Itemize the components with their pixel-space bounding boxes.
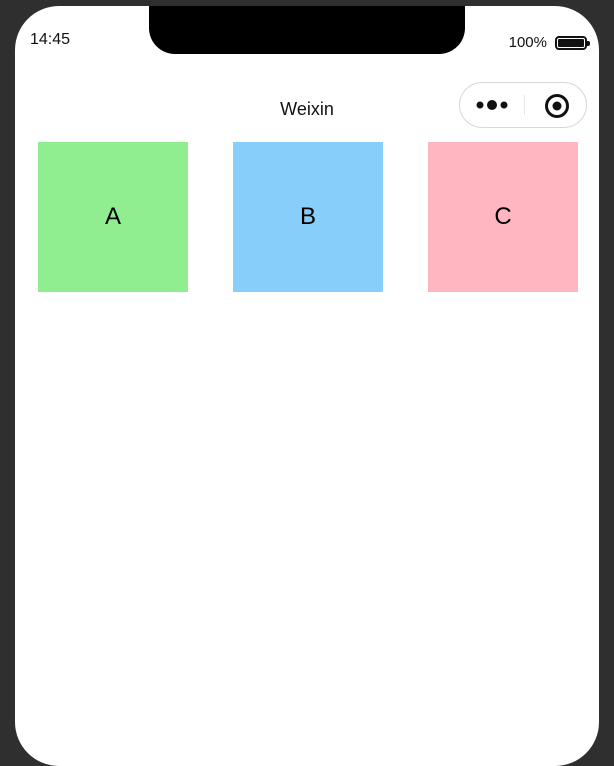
phone-screen: 14:45 100% Weixin A B C [15,6,599,766]
battery-cap [587,40,590,46]
notch [149,6,465,54]
battery-fill [558,38,584,47]
block-b: B [233,142,383,292]
block-c-label: C [494,203,512,230]
block-b-label: B [299,203,316,230]
target-close-icon[interactable] [544,93,570,119]
block-a: A [38,142,188,292]
status-right: 100% [508,34,590,51]
block-c: C [428,142,578,292]
capsule-divider [524,95,525,115]
status-time: 14:45 [30,31,71,48]
more-dots-icon[interactable] [474,95,514,115]
battery-icon [555,35,590,50]
battery-percent: 100% [508,34,547,51]
menu-capsule [459,82,587,128]
block-a-label: A [104,203,121,230]
